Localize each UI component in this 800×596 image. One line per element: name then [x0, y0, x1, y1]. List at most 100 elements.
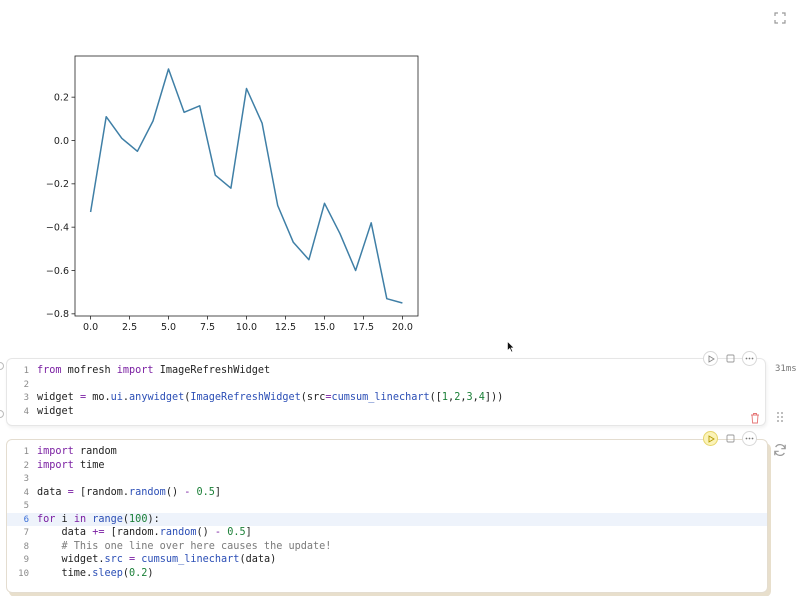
code-line[interactable]: 10 time.sleep(0.2) — [7, 567, 767, 581]
code-token: widget — [37, 405, 74, 417]
y-tick-label: −0.2 — [46, 179, 69, 190]
code-token: widget — [37, 392, 80, 403]
y-tick-label: 0.2 — [54, 92, 69, 103]
code-token: [random. — [73, 486, 130, 498]
code-token: ): — [147, 513, 160, 525]
code-token: mofresh — [61, 365, 117, 376]
y-tick-label: −0.4 — [46, 222, 69, 233]
code-token: 0.5 — [196, 486, 215, 498]
code-token: time. — [37, 567, 93, 579]
code-token: ] — [245, 527, 252, 538]
line-number: 10 — [18, 568, 29, 579]
line-number: 1 — [23, 447, 29, 457]
code-token: += — [92, 527, 105, 538]
cell-run-time: 31ms — [775, 364, 797, 374]
ellipsis-icon[interactable] — [742, 351, 757, 366]
code-token: i — [55, 513, 74, 525]
code-line[interactable]: 3 — [7, 472, 767, 486]
trash-icon[interactable] — [750, 412, 760, 424]
x-tick-label: 7.5 — [200, 322, 215, 333]
code-editor[interactable]: 1 from mofresh import ImageRefreshWidget 2… — [7, 364, 765, 418]
code-line[interactable]: 1 from mofresh import ImageRefreshWidget — [7, 364, 765, 378]
stop-icon[interactable] — [724, 353, 736, 365]
y-tick-label: −0.6 — [46, 266, 69, 277]
code-token: # This one line over here causes the upd… — [37, 540, 332, 552]
code-token: mo. — [86, 392, 111, 403]
line-number: 2 — [23, 460, 29, 471]
code-token: cumsum_linechart — [331, 392, 430, 403]
code-token: ] — [214, 486, 222, 498]
code-text: # This one line over here causes the upd… — [37, 540, 332, 554]
code-token: data — [37, 486, 68, 498]
code-token: src — [104, 554, 123, 565]
code-cell-2[interactable]: 1 import random 2 import time 3 4 data = [rand… — [6, 439, 768, 593]
code-line[interactable]: 7 data += [random.random() - 0.5] — [7, 526, 767, 540]
code-line[interactable]: 1 import random — [7, 445, 767, 459]
stop-icon[interactable] — [724, 433, 736, 445]
code-text: for i in range(100): — [37, 513, 160, 527]
line-number: 6 — [23, 514, 29, 525]
cell-1-toolbar — [703, 351, 757, 366]
x-tick-label: 12.5 — [275, 322, 296, 333]
code-token: import — [37, 446, 74, 457]
code-text: from mofresh import ImageRefreshWidget — [37, 364, 270, 378]
code-line[interactable]: 4 widget — [7, 405, 765, 419]
x-tick-label: 5.0 — [161, 322, 176, 333]
line-number: 1 — [23, 366, 29, 376]
code-text: time.sleep(0.2) — [37, 567, 154, 581]
code-line[interactable]: 6 for i in range(100): — [7, 512, 767, 527]
line-number: 7 — [23, 528, 29, 538]
drag-handle-icon[interactable] — [776, 411, 784, 423]
ellipsis-icon[interactable] — [742, 431, 757, 446]
code-text: widget.src = cumsum_linechart(data) — [37, 553, 277, 567]
code-text: import time — [37, 459, 104, 473]
x-tick-label: 2.5 — [122, 322, 137, 333]
play-icon[interactable] — [703, 431, 718, 446]
code-line[interactable]: 4 data = [random.random() - 0.5] — [7, 486, 767, 500]
code-token: import — [116, 365, 154, 376]
code-token: in — [73, 513, 87, 525]
cell-gutter-marker[interactable] — [0, 362, 4, 370]
code-token: ui — [110, 392, 123, 403]
code-line[interactable]: 2 — [7, 378, 765, 392]
code-token: cumsum_linechart — [141, 554, 240, 565]
play-icon[interactable] — [703, 351, 718, 366]
code-token: [random. — [104, 527, 160, 538]
x-tick-label: 15.0 — [314, 322, 335, 333]
line-number: 2 — [23, 379, 29, 390]
code-token: 0.2 — [129, 567, 148, 579]
code-token: time — [73, 459, 105, 471]
code-token: range — [92, 513, 123, 525]
code-token: (data) — [239, 554, 277, 565]
code-text: widget = mo.ui.anywidget(ImageRefreshWid… — [37, 391, 503, 405]
code-cell-1[interactable]: 1 from mofresh import ImageRefreshWidget 2… — [6, 358, 766, 426]
code-line[interactable]: 8 # This one line over here causes the u… — [7, 540, 767, 554]
line-number: 3 — [23, 393, 29, 403]
code-text: import random — [37, 445, 117, 459]
series-line — [89, 68, 403, 304]
code-editor[interactable]: 1 import random 2 import time 3 4 data = [rand… — [7, 445, 767, 580]
code-token: ) — [147, 567, 154, 579]
code-text: data += [random.random() - 0.5] — [37, 526, 252, 540]
expand-icon[interactable] — [772, 10, 788, 26]
code-token: sleep — [92, 567, 123, 579]
refresh-icon[interactable] — [772, 442, 788, 458]
code-line[interactable]: 5 — [7, 499, 767, 513]
code-token: random — [129, 486, 166, 498]
code-token: import — [37, 459, 74, 471]
code-line[interactable]: 9 widget.src = cumsum_linechart(data) — [7, 553, 767, 567]
code-line[interactable]: 2 import time — [7, 459, 767, 473]
code-line[interactable]: 3 widget = mo.ui.anywidget(ImageRefreshWi… — [7, 391, 765, 405]
code-token: 0.5 — [227, 527, 246, 538]
mouse-pointer-icon — [507, 341, 515, 353]
y-tick-label: 0.0 — [54, 136, 69, 147]
code-token: widget. — [37, 554, 105, 565]
code-token: ])) — [484, 392, 504, 403]
x-tick-label: 0.0 — [83, 322, 98, 333]
code-token: 100 — [129, 513, 148, 525]
code-token: random — [159, 527, 197, 538]
code-token: ([ — [429, 392, 442, 403]
code-token: ImageRefreshWidget — [190, 392, 301, 403]
cell-gutter-marker[interactable] — [0, 410, 4, 418]
plot-frame — [74, 55, 419, 317]
